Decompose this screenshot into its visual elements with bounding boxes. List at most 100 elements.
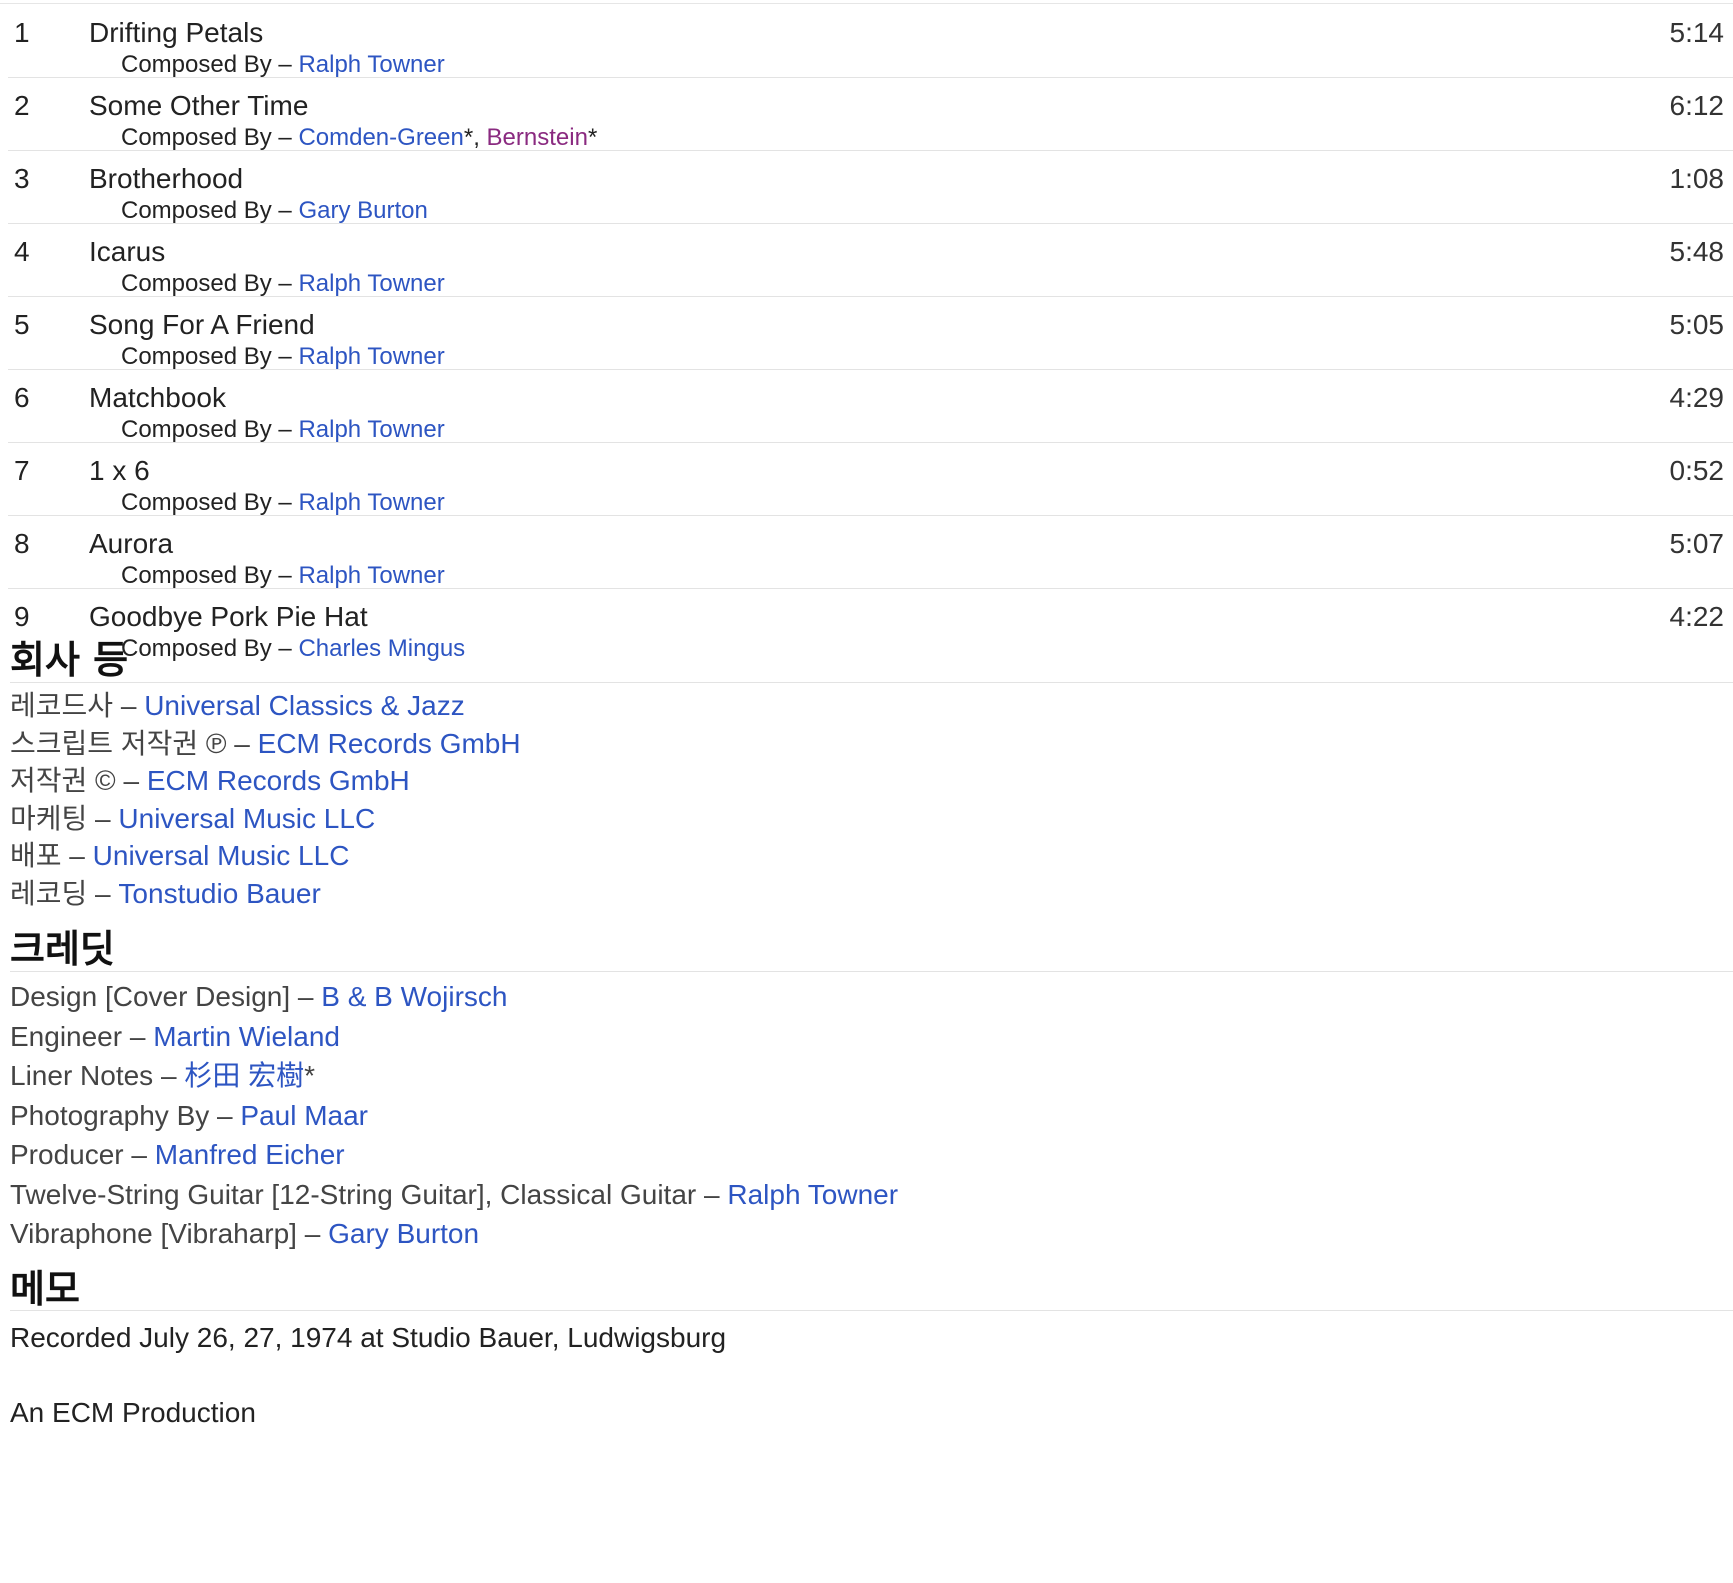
credit-role: Twelve-String Guitar [12-String Guitar],… (10, 1178, 697, 1210)
credit-role: Composed By (121, 416, 272, 443)
credit-row: Twelve-String Guitar [12-String Guitar],… (10, 1175, 898, 1215)
composer-link[interactable]: Gary Burton (298, 197, 427, 224)
company-role: 마케팅 (10, 802, 88, 834)
separator: – (271, 270, 299, 297)
company-link[interactable]: Universal Music LLC (93, 840, 350, 871)
track-position: 8 (14, 528, 30, 559)
track-credit: Composed By – Gary Burton (121, 197, 428, 225)
credit-role: Composed By (121, 489, 272, 516)
credit-role: Composed By (121, 270, 272, 297)
credit-role: Composed By (121, 124, 272, 151)
company-link[interactable]: ECM Records GmbH (147, 765, 410, 796)
comma: , (473, 124, 487, 151)
composer-link[interactable]: Ralph Towner (298, 270, 444, 297)
company-row: 레코딩 – Tonstudio Bauer (10, 875, 521, 913)
notes-line: An ECM Production (10, 1397, 256, 1428)
track-title: Brotherhood (89, 163, 244, 194)
artist-link[interactable]: Paul Maar (240, 1100, 368, 1131)
notes-divider (10, 1310, 1733, 1311)
track-position: 5 (14, 309, 30, 340)
notes-line: Recorded July 26, 27, 1974 at Studio Bau… (10, 1322, 727, 1353)
company-role: 레코딩 (10, 877, 88, 909)
artist-link[interactable]: 杉田 宏樹 (184, 1060, 304, 1091)
artist-link[interactable]: Manfred Eicher (155, 1139, 345, 1170)
credit-role: Composed By (121, 51, 272, 78)
separator: – (271, 635, 299, 662)
separator: – (123, 1139, 155, 1170)
company-link[interactable]: Universal Classics & Jazz (144, 690, 465, 721)
composer-link[interactable]: Comden-Green (298, 124, 463, 151)
company-link[interactable]: Universal Music LLC (118, 803, 375, 834)
separator: – (271, 416, 299, 443)
track-credit: Composed By – Charles Mingus (121, 635, 465, 663)
artist-link[interactable]: Ralph Towner (727, 1179, 898, 1210)
company-role: 저작권 © (10, 765, 116, 796)
artist-link[interactable]: Martin Wieland (153, 1021, 340, 1052)
track-credit: Composed By – Ralph Towner (121, 489, 445, 517)
artist-link[interactable]: Gary Burton (328, 1218, 479, 1249)
credit-row: Design [Cover Design] – B & B Wojirsch (10, 977, 898, 1017)
track-duration: 1:08 (1669, 163, 1725, 194)
separator: – (113, 690, 145, 721)
credit-role: Photography By (10, 1099, 210, 1131)
company-role: 스크립트 저작권 ℗ (10, 727, 227, 759)
composer-link[interactable]: Charles Mingus (298, 635, 465, 662)
track-credit: Composed By – Ralph Towner (121, 51, 445, 79)
tracklist: 1 Drifting Petals 5:14 Composed By – Ralph … (8, 5, 1733, 663)
track-duration: 0:52 (1669, 455, 1725, 486)
credit-role: Composed By (121, 562, 272, 589)
track-credit: Composed By – Ralph Towner (121, 343, 445, 371)
company-role: 배포 (10, 840, 62, 871)
composer-link[interactable]: Ralph Towner (298, 51, 444, 78)
track-row: 7 1 x 6 0:52 Composed By – Ralph Towner (8, 443, 1733, 516)
company-link[interactable]: ECM Records GmbH (258, 728, 521, 759)
composer-link[interactable]: Ralph Towner (298, 562, 444, 589)
track-duration: 5:07 (1669, 528, 1725, 559)
track-position: 1 (14, 17, 30, 48)
credit-row: Liner Notes – 杉田 宏樹* (10, 1056, 898, 1096)
company-row: 스크립트 저작권 ℗ – ECM Records GmbH (10, 725, 521, 763)
company-row: 마케팅 – Universal Music LLC (10, 800, 521, 838)
track-duration: 5:14 (1669, 17, 1725, 48)
name-suffix: * (463, 124, 474, 151)
track-position: 2 (14, 90, 30, 121)
credit-role: Engineer (10, 1020, 123, 1052)
separator: – (271, 343, 299, 370)
composer-link[interactable]: Bernstein (487, 124, 588, 151)
track-credit: Composed By – Ralph Towner (121, 270, 445, 298)
separator: – (115, 765, 147, 796)
notes-heading: 메모 (10, 1267, 80, 1311)
company-row: 배포 – Universal Music LLC (10, 837, 521, 875)
track-duration: 4:22 (1669, 601, 1725, 632)
composer-link[interactable]: Ralph Towner (298, 343, 444, 370)
separator: – (296, 1218, 329, 1249)
credits-list: Design [Cover Design] – B & B Wojirsch En… (10, 977, 898, 1254)
company-role: 레코드사 (10, 690, 114, 721)
credit-role: Design [Cover Design] (10, 981, 291, 1012)
track-duration: 4:29 (1669, 382, 1725, 413)
artist-link[interactable]: B & B Wojirsch (321, 981, 507, 1012)
composer-link[interactable]: Ralph Towner (298, 489, 444, 516)
track-title: Goodbye Pork Pie Hat (89, 601, 368, 632)
track-credit: Composed By – Ralph Towner (121, 416, 445, 444)
separator: – (696, 1178, 728, 1210)
separator: – (226, 727, 258, 759)
company-link[interactable]: Tonstudio Bauer (118, 878, 320, 909)
companies-heading: 회사 등 (10, 638, 129, 682)
name-suffix: * (587, 124, 598, 151)
track-row: 2 Some Other Time 6:12 Composed By – Comden… (8, 78, 1733, 151)
composer-link[interactable]: Ralph Towner (298, 416, 444, 443)
credit-role: Composed By (121, 343, 272, 370)
track-title: Icarus (89, 236, 166, 267)
track-duration: 5:48 (1669, 236, 1725, 267)
track-row: 1 Drifting Petals 5:14 Composed By – Ralph … (8, 5, 1733, 78)
track-row: 5 Song For A Friend 5:05 Composed By – Ralp… (8, 297, 1733, 370)
credits-divider (10, 971, 1733, 972)
track-title: Aurora (89, 528, 174, 559)
separator: – (122, 1020, 154, 1052)
company-row: 레코드사 – Universal Classics & Jazz (10, 687, 521, 725)
credit-role: Composed By (121, 635, 272, 662)
divider (0, 3, 1733, 4)
track-row: 8 Aurora 5:07 Composed By – Ralph Towner (8, 516, 1733, 589)
credits-heading: 크레딧 (10, 927, 115, 971)
